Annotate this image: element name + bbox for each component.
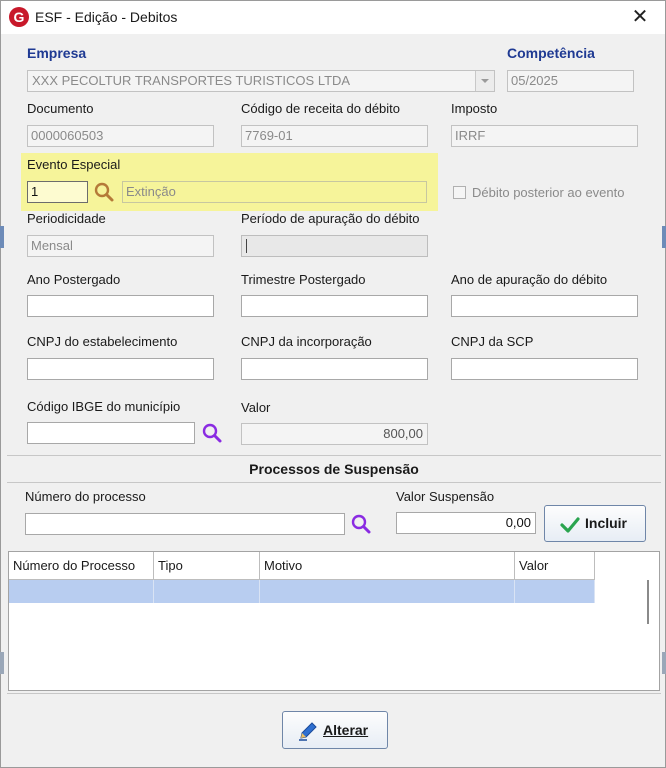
valor-suspensao-field[interactable]: 0,00 (396, 512, 536, 534)
cnpj-incorporacao-field[interactable] (241, 358, 428, 380)
codigo-receita-label: Código de receita do débito (241, 101, 401, 116)
numero-processo-field[interactable] (25, 513, 345, 535)
codigo-receita-field[interactable]: 7769-01 (241, 125, 428, 147)
app-logo-icon: G (9, 7, 29, 27)
incluir-button-label: Incluir (585, 515, 628, 531)
documento-label: Documento (27, 101, 94, 116)
checkmark-icon (560, 517, 580, 533)
periodicidade-field[interactable]: Mensal (27, 235, 214, 257)
evento-search-button[interactable] (93, 181, 115, 203)
column-header-numero-processo[interactable]: Número do Processo (9, 552, 154, 579)
table-cell-numero-processo (9, 580, 154, 603)
empresa-label: Empresa (27, 45, 87, 61)
search-icon (94, 182, 114, 202)
trimestre-postergado-label: Trimestre Postergado (241, 272, 366, 287)
competencia-field[interactable]: 05/2025 (507, 70, 634, 92)
numero-processo-label: Número do processo (25, 489, 146, 504)
empresa-value: XXX PECOLTUR TRANSPORTES TURISTICOS LTDA (32, 73, 351, 88)
search-icon (351, 514, 371, 534)
chevron-down-icon (481, 79, 489, 83)
cnpj-estabelecimento-label: CNPJ do estabelecimento (27, 334, 178, 349)
imposto-label: Imposto (451, 101, 498, 116)
background-window-edge-right-lower (662, 652, 666, 674)
table-cell-valor (515, 580, 595, 603)
ano-postergado-field[interactable] (27, 295, 214, 317)
background-window-edge-left (0, 226, 4, 248)
close-button[interactable]: ✕ (625, 5, 655, 29)
valor-label: Valor (241, 400, 271, 415)
incluir-button[interactable]: Incluir (544, 505, 646, 542)
imposto-field[interactable]: IRRF (451, 125, 638, 147)
ano-apuracao-field[interactable] (451, 295, 638, 317)
pencil-icon (299, 722, 317, 741)
cnpj-estabelecimento-field[interactable] (27, 358, 214, 380)
codigo-ibge-label: Código IBGE do município (27, 399, 181, 414)
column-header-valor[interactable]: Valor (515, 552, 595, 579)
text-cursor (246, 239, 247, 253)
cnpj-scp-label: CNPJ da SCP (451, 334, 534, 349)
table-header: Número do Processo Tipo Motivo Valor (9, 552, 595, 580)
alterar-button[interactable]: Alterar (282, 711, 388, 749)
evento-especial-description-field[interactable]: Extinção (122, 181, 427, 203)
periodicidade-label: Periodicidade (27, 211, 106, 226)
alterar-button-label: Alterar (323, 722, 369, 738)
codigo-ibge-field[interactable] (27, 422, 195, 444)
evento-especial-label: Evento Especial (27, 157, 121, 172)
column-header-motivo[interactable]: Motivo (260, 552, 515, 579)
processos-table[interactable]: Número do Processo Tipo Motivo Valor (8, 551, 660, 691)
periodo-apuracao-field[interactable] (241, 235, 428, 257)
evento-especial-code-field[interactable]: 1 (27, 181, 88, 203)
cnpj-incorporacao-label: CNPJ da incorporação (241, 334, 372, 349)
column-header-tipo[interactable]: Tipo (154, 552, 260, 579)
search-icon (202, 423, 222, 443)
edit-debit-dialog: G ESF - Edição - Debitos ✕ Empresa XXX P… (0, 0, 666, 768)
valor-field[interactable]: 800,00 (241, 423, 428, 445)
documento-field[interactable]: 0000060503 (27, 125, 214, 147)
table-row[interactable] (9, 580, 595, 603)
periodo-apuracao-label: Período de apuração do débito (241, 211, 420, 226)
table-cell-tipo (154, 580, 260, 603)
ano-postergado-label: Ano Postergado (27, 272, 121, 287)
competencia-label: Competência (507, 45, 595, 61)
empresa-select[interactable]: XXX PECOLTUR TRANSPORTES TURISTICOS LTDA (27, 70, 495, 92)
background-window-edge-right (662, 226, 666, 248)
title-bar[interactable]: G ESF - Edição - Debitos ✕ (1, 1, 665, 34)
debito-posterior-label: Débito posterior ao evento (472, 185, 625, 200)
ibge-search-button[interactable] (201, 422, 223, 444)
debito-posterior-checkbox[interactable] (453, 186, 466, 199)
section-processos-suspensao: Processos de Suspensão (7, 455, 661, 483)
cnpj-scp-field[interactable] (451, 358, 638, 380)
table-cell-motivo (260, 580, 515, 603)
trimestre-postergado-field[interactable] (241, 295, 428, 317)
processo-search-button[interactable] (350, 513, 372, 535)
empresa-dropdown-button[interactable] (475, 71, 494, 91)
valor-suspensao-label: Valor Suspensão (396, 489, 495, 504)
footer-divider (7, 693, 661, 694)
background-window-edge-left-lower (0, 652, 4, 674)
window-title: ESF - Edição - Debitos (35, 9, 178, 25)
ano-apuracao-label: Ano de apuração do débito (451, 272, 608, 287)
vertical-scrollbar[interactable] (647, 580, 649, 624)
